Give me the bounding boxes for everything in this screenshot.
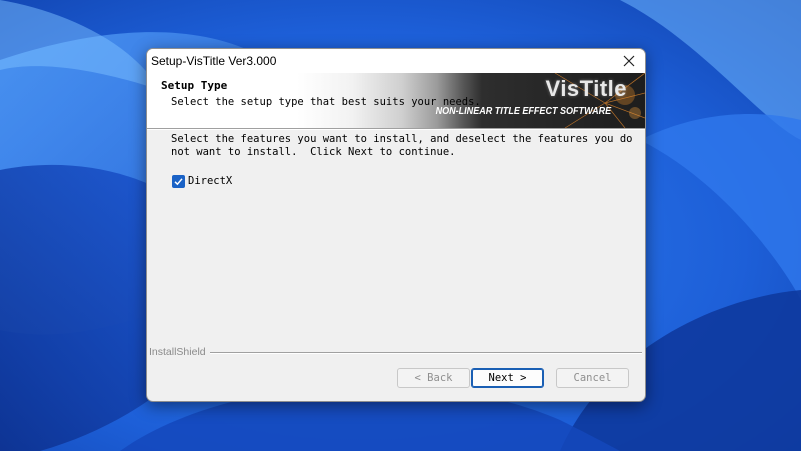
feature-label[interactable]: DirectX (188, 175, 232, 187)
checkmark-icon (174, 178, 183, 186)
setup-dialog: Setup-VisTitle Ver3.000 Setup Type Selec… (146, 48, 646, 402)
back-button[interactable]: < Back (397, 368, 470, 388)
feature-checkbox[interactable] (172, 175, 185, 188)
installshield-label: InstallShield (149, 346, 210, 358)
footer-rule (209, 352, 642, 354)
instructions-text: Select the features you want to install,… (171, 133, 633, 158)
title-bar[interactable]: Setup-VisTitle Ver3.000 (147, 49, 645, 73)
window-title: Setup-VisTitle Ver3.000 (151, 54, 277, 68)
close-button[interactable] (613, 49, 645, 73)
product-tagline: NON-LINEAR TITLE EFFECT SOFTWARE (435, 105, 611, 117)
close-icon (623, 55, 635, 67)
product-logo: VisTitle (545, 76, 627, 101)
cancel-button[interactable]: Cancel (556, 368, 629, 388)
installshield-separator: InstallShield (149, 346, 643, 358)
header-banner: Setup Type Select the setup type that be… (147, 73, 645, 128)
header-divider (147, 128, 645, 130)
header-title: Setup Type (161, 79, 228, 92)
header-subtitle: Select the setup type that best suits yo… (171, 96, 481, 108)
next-button[interactable]: Next > (471, 368, 544, 388)
